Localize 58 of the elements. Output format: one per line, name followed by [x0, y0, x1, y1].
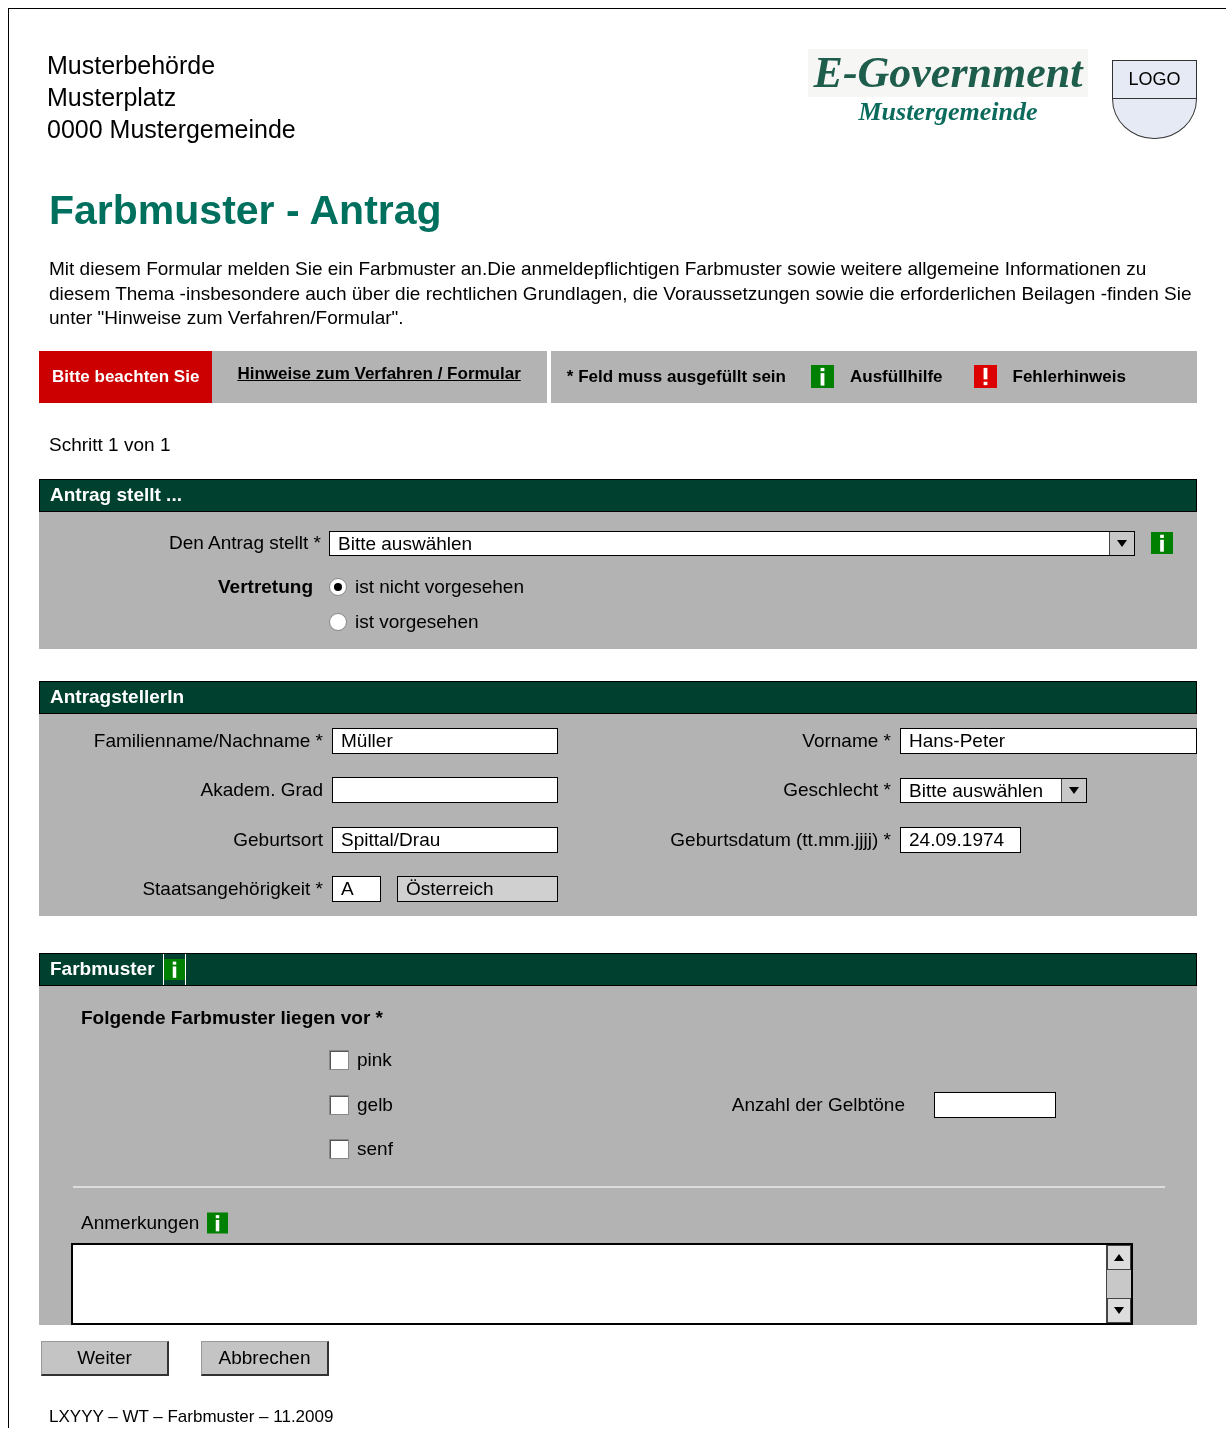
- logo-text: LOGO: [1128, 68, 1181, 91]
- text-field[interactable]: Spittal/Drau: [332, 826, 558, 853]
- field-label: Anzahl der Gelbtöne: [730, 1092, 905, 1117]
- field-label: Den Antrag stellt *: [167, 531, 322, 555]
- address-line: 0000 Mustergemeinde: [47, 114, 297, 145]
- section-header: AntragstellerIn: [39, 680, 1197, 714]
- form-button[interactable]: Abbrechen: [201, 1341, 329, 1376]
- info-icon: [1151, 530, 1173, 557]
- legend-text: Ausfüllhilfe: [849, 365, 943, 388]
- dropdown-arrow-icon: [1117, 539, 1127, 547]
- country-code-field[interactable]: A: [332, 876, 381, 903]
- country-name-field: Österreich: [397, 876, 558, 903]
- scrollbar[interactable]: [1106, 1245, 1131, 1323]
- checkbox[interactable]: [329, 1094, 349, 1115]
- intro-text: Mit diesem Formular melden Sie ein Farbmuster an.Die anmeldepflichtigen Farbmuster sowie weitere allgemeine Informationen zu diesem Thema -insbesondere auch über die rechtlichen Grundlagen, die Voraussetzungen sowie die erforderlichen Beilagen -finden Sie unter "Hinweise zum Verfahren/Formular".: [49, 257, 1193, 330]
- question-label: Folgende Farbmuster liegen vor *: [81, 1005, 384, 1030]
- legend-text: Fehlerhinweis: [1012, 365, 1126, 388]
- field-label: Geschlecht *: [782, 778, 891, 802]
- field-label: Akadem. Grad: [199, 778, 323, 802]
- checkbox-label: gelb: [357, 1092, 394, 1117]
- footer-text: LXYYY – WT – Farbmuster – 11.2009: [49, 1408, 335, 1426]
- form-button[interactable]: Weiter: [41, 1341, 169, 1376]
- checkbox[interactable]: [329, 1139, 349, 1160]
- radio-label: ist vorgesehen: [355, 609, 479, 634]
- checkbox-label: senf: [357, 1137, 394, 1161]
- field-label: Vertretung: [216, 574, 314, 599]
- radio-button[interactable]: [329, 577, 347, 596]
- section-header: Antrag stellt ...: [39, 479, 1197, 512]
- field-label: Vorname *: [801, 728, 891, 753]
- remarks-textarea[interactable]: [71, 1243, 1133, 1325]
- page-title: Farbmuster - Antrag: [49, 186, 443, 235]
- radio-label: ist nicht vorgesehen: [355, 574, 524, 599]
- dropdown-field[interactable]: Bitte auswählen: [329, 530, 1135, 556]
- number-field[interactable]: [934, 1091, 1056, 1118]
- field-label: Familienname/Nachname *: [92, 728, 323, 753]
- checkbox-label: pink: [357, 1048, 393, 1072]
- dropdown-field[interactable]: Bitte auswählen: [900, 777, 1087, 803]
- checkbox[interactable]: [329, 1050, 349, 1071]
- address-line: Musterbehörde: [47, 50, 217, 81]
- legend-text: * Feld muss ausgefüllt sein: [566, 365, 786, 388]
- field-label: Staatsangehörigkeit *: [141, 877, 323, 901]
- field-label: Geburtsdatum (tt.mm.jjjj) *: [669, 827, 891, 852]
- address-line: Musterplatz: [47, 82, 178, 113]
- notice-label: Bitte beachten Sie: [39, 350, 213, 403]
- text-field[interactable]: Müller: [332, 727, 558, 754]
- date-field[interactable]: 24.09.1974: [900, 826, 1021, 853]
- step-indicator: Schritt 1 von 1: [49, 432, 172, 457]
- radio-button[interactable]: [329, 612, 347, 631]
- scroll-up-arrow-icon: [1114, 1254, 1124, 1261]
- scroll-down-arrow-icon: [1114, 1307, 1124, 1314]
- text-field[interactable]: [332, 777, 558, 804]
- section-title: Farbmuster: [50, 956, 155, 981]
- field-label: Geburtsort: [232, 827, 323, 852]
- dropdown-arrow-icon: [1069, 786, 1079, 794]
- text-field[interactable]: Hans-Peter: [900, 727, 1197, 754]
- field-label: Anmerkungen: [81, 1210, 200, 1235]
- brand-logo-title: E-Government: [807, 49, 1089, 97]
- brand-logo-subtitle: Mustergemeinde: [858, 97, 1038, 127]
